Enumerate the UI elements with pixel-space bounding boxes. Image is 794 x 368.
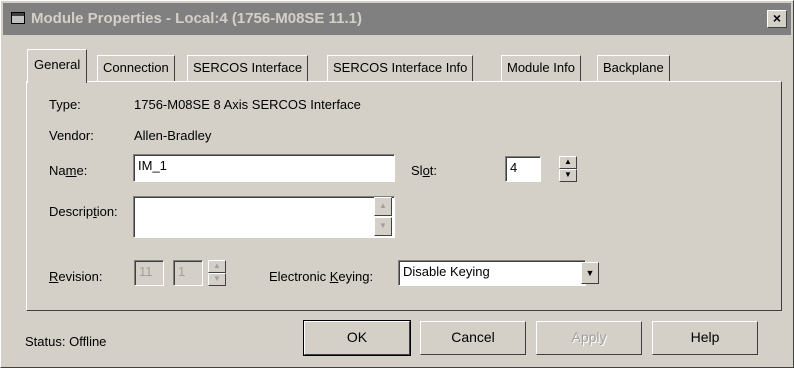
status-text: Status: Offline — [25, 334, 107, 349]
electronic-keying-label: Electronic Keying: — [269, 269, 374, 284]
type-label: Type: — [49, 97, 81, 112]
help-button[interactable]: Help — [652, 321, 758, 355]
spin-down-icon[interactable]: ▼ — [208, 273, 226, 286]
revision-label: Revision: — [49, 269, 103, 284]
scroll-up-icon[interactable]: ▲ — [374, 197, 392, 216]
electronic-keying-select[interactable]: Disable Keying — [398, 260, 586, 286]
tab-backplane[interactable]: Backplane — [597, 55, 670, 81]
tab-general[interactable]: General — [27, 49, 88, 83]
window-icon — [11, 12, 25, 24]
revision-minor-input[interactable]: 1 — [173, 260, 203, 286]
spin-up-icon[interactable]: ▲ — [208, 260, 226, 273]
title-bar[interactable]: Module Properties - Local:4 (1756-M08SE … — [3, 3, 791, 35]
spin-up-icon[interactable]: ▲ — [559, 156, 577, 169]
vendor-label: Vendor: — [49, 128, 94, 143]
window-title: Module Properties - Local:4 (1756-M08SE … — [31, 10, 362, 27]
vendor-value: Allen-Bradley — [134, 128, 212, 143]
description-label: Description: — [49, 204, 118, 219]
ok-button[interactable]: OK — [303, 320, 411, 356]
close-button[interactable]: × — [767, 10, 787, 28]
revision-major-input[interactable]: 11 — [134, 260, 164, 286]
type-value: 1756-M08SE 8 Axis SERCOS Interface — [134, 97, 361, 112]
apply-button[interactable]: Apply — [536, 321, 642, 355]
general-panel: Type: 1756-M08SE 8 Axis SERCOS Interface… — [26, 81, 782, 311]
tab-module-info[interactable]: Module Info — [501, 55, 581, 81]
tab-connection[interactable]: Connection — [97, 55, 175, 81]
cancel-button[interactable]: Cancel — [420, 321, 526, 355]
description-input[interactable] — [133, 196, 395, 238]
scroll-down-icon[interactable]: ▼ — [374, 217, 392, 236]
spin-down-icon[interactable]: ▼ — [559, 169, 577, 182]
name-label: Name: — [49, 163, 88, 178]
slot-label: Slot: — [411, 163, 438, 178]
module-properties-dialog: Module Properties - Local:4 (1756-M08SE … — [0, 0, 794, 368]
name-input[interactable]: IM_1 — [133, 154, 395, 182]
tab-sercos-interface[interactable]: SERCOS Interface — [187, 55, 309, 81]
dropdown-arrow-icon[interactable]: ▼ — [581, 262, 599, 284]
tab-sercos-interface-info[interactable]: SERCOS Interface Info — [327, 55, 474, 81]
slot-input[interactable]: 4 — [505, 156, 541, 182]
